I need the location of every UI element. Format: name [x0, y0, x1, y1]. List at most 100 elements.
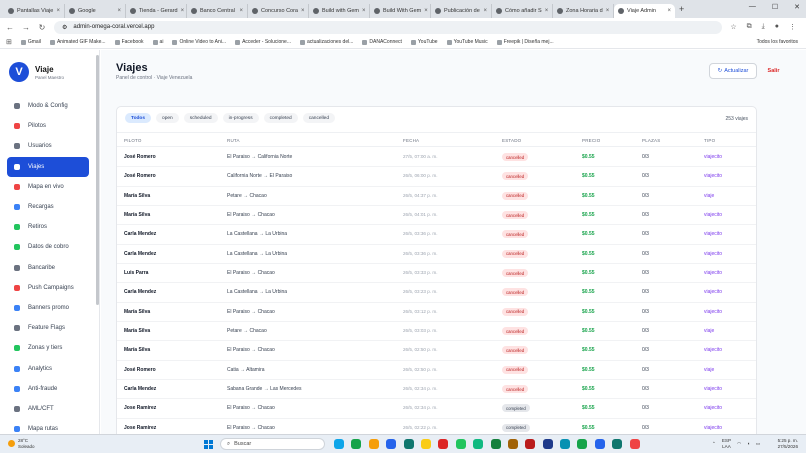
bookmark-item[interactable]: YouTube Music	[446, 39, 488, 45]
taskbar-app-icon[interactable]	[368, 439, 379, 449]
back-icon[interactable]: ←	[6, 23, 14, 32]
new-tab-icon[interactable]: +	[679, 4, 684, 14]
bookmark-item[interactable]: Animated GIF Make...	[49, 39, 106, 45]
bookmark-item[interactable]: Gmail	[20, 39, 41, 45]
bookmark-item[interactable]: DANAConnect	[362, 39, 402, 45]
taskbar-app-icon[interactable]	[455, 439, 466, 449]
language-indicator[interactable]: ESP LAA	[722, 438, 731, 449]
bookmark-item[interactable]: Online Video to Ani...	[172, 39, 226, 45]
tab-close-icon[interactable]: ×	[545, 8, 549, 14]
taskbar-app-icon[interactable]	[577, 439, 588, 449]
table-row[interactable]: María Silva Petare → Chacao 26/5, 03:03 p.…	[117, 322, 756, 342]
profile-icon[interactable]: ●	[775, 23, 779, 31]
sidebar-item-feature-flags[interactable]: Feature Flags	[7, 318, 89, 338]
tray-chevron-icon[interactable]: ⌃	[712, 441, 716, 447]
browser-tab[interactable]: Publicación de ×	[431, 3, 492, 18]
sidebar-item-banners-promo[interactable]: Banners promo	[7, 298, 89, 318]
browser-tab[interactable]: Viaje Admin ×	[614, 3, 675, 18]
tab-close-icon[interactable]: ×	[239, 8, 243, 14]
filter-chip-open[interactable]: open	[156, 113, 179, 123]
taskbar-app-icon[interactable]	[542, 439, 553, 449]
taskbar-app-icon[interactable]	[560, 439, 571, 449]
volume-icon[interactable]: ◖	[747, 441, 750, 446]
table-row[interactable]: José Romero California Norte → El Paraiso…	[117, 167, 756, 187]
taskbar-app-icon[interactable]	[473, 439, 484, 449]
reload-icon[interactable]: ↻	[38, 23, 46, 32]
table-row[interactable]: José Romero Catia → Altamira 26/5, 02:50 p…	[117, 361, 756, 381]
apps-grid-icon[interactable]: ⊞	[6, 38, 12, 46]
taskbar-app-icon[interactable]	[629, 439, 640, 449]
all-bookmarks-link[interactable]: Todos los favoritos	[757, 39, 798, 45]
extensions-icon[interactable]: ⧉	[747, 23, 752, 31]
sidebar-item-push-campaigns[interactable]: Push Campaigns	[7, 278, 89, 298]
browser-tab[interactable]: Banco Central ×	[187, 3, 248, 18]
tab-close-icon[interactable]: ×	[606, 8, 610, 14]
browser-tab[interactable]: Google ×	[65, 3, 126, 18]
taskbar-search[interactable]: ⌕ Buscar	[220, 438, 325, 450]
sidebar-item-bancaribe[interactable]: Bancaribe	[7, 258, 89, 278]
bookmark-item[interactable]: Facebook	[114, 39, 144, 45]
taskbar-app-icon[interactable]	[420, 439, 431, 449]
forward-icon[interactable]: →	[22, 23, 30, 32]
sidebar-item-analytics[interactable]: Analytics	[7, 358, 89, 378]
weather-widget[interactable]: 28°C Soleado	[8, 438, 35, 449]
sidebar-scrollbar[interactable]	[96, 55, 99, 305]
filter-chip-scheduled[interactable]: scheduled	[183, 113, 218, 123]
table-row[interactable]: Jose Ramirez El Paraiso → Chacao 26/5, 02:…	[117, 419, 756, 434]
taskbar-app-icon[interactable]	[490, 439, 501, 449]
browser-tab[interactable]: Tienda - Gerard ×	[126, 3, 187, 18]
maximize-icon[interactable]: ☐	[772, 3, 778, 11]
sidebar-item-mapa-rutas[interactable]: Mapa rutas	[7, 419, 89, 434]
clock[interactable]: 5:25 p. m. 27/5/2026	[778, 438, 798, 449]
filter-chip-todos[interactable]: Todos	[125, 113, 152, 123]
table-row[interactable]: Jose Ramirez El Paraiso → Chacao 26/5, 02:…	[117, 399, 756, 419]
bookmark-star-icon[interactable]: ☆	[730, 23, 736, 31]
sidebar-item-viajes[interactable]: Viajes	[7, 156, 89, 177]
url-field[interactable]: ⚙ admin-omega-coral.vercel.app	[54, 20, 723, 34]
logout-button[interactable]: Salir	[762, 63, 785, 79]
filter-chip-completed[interactable]: completed	[263, 113, 298, 123]
taskbar-app-icon[interactable]	[612, 439, 623, 449]
tab-close-icon[interactable]: ×	[301, 8, 305, 14]
taskbar-app-icon[interactable]	[351, 439, 362, 449]
table-row[interactable]: María Silva Petare → Chacao 26/5, 04:37 p.…	[117, 187, 756, 207]
browser-tab[interactable]: Build with Gem ×	[309, 3, 370, 18]
table-row[interactable]: Carla Mendez La Castellana → La Urbina 26/…	[117, 283, 756, 303]
taskbar-app-icon[interactable]	[334, 439, 344, 449]
browser-menu-icon[interactable]: ⋮	[789, 23, 796, 31]
taskbar-app-icon[interactable]	[403, 439, 414, 449]
table-row[interactable]: Carla Mendez Sabana Grande → Las Mercedes…	[117, 380, 756, 400]
table-row[interactable]: Carla Mendez La Castellana → La Urbina 26/…	[117, 225, 756, 245]
table-row[interactable]: Luis Parra El Paraiso → Chacao 26/5, 03:33…	[117, 264, 756, 284]
tab-close-icon[interactable]: ×	[117, 8, 121, 14]
taskbar-app-icon[interactable]	[438, 439, 449, 449]
sidebar-item-anti-fraude[interactable]: Anti-fraude	[7, 379, 89, 399]
table-row[interactable]: María Silva El Paraiso → Chacao 26/5, 04:0…	[117, 206, 756, 226]
sidebar-item-recargas[interactable]: Recargas	[7, 197, 89, 217]
sidebar-item-datos-de-cobro[interactable]: Datos de cobro	[7, 237, 89, 257]
sidebar-item-modo-config[interactable]: Modo & Config	[7, 96, 89, 116]
sidebar-item-aml-cft[interactable]: AML/CFT	[7, 399, 89, 419]
table-row[interactable]: María Silva El Paraiso → Chacao 26/5, 02:5…	[117, 341, 756, 361]
minimize-icon[interactable]: —	[749, 3, 756, 11]
sidebar-item-zonas-y-tiers[interactable]: Zonas y tiers	[7, 338, 89, 358]
tab-close-icon[interactable]: ×	[424, 8, 428, 14]
filter-chip-cancelled[interactable]: cancelled	[302, 113, 336, 123]
tab-close-icon[interactable]: ×	[362, 8, 366, 14]
bookmark-item[interactable]: Acceder - Solucione...	[235, 39, 291, 45]
bookmark-item[interactable]: Freepik | Diseña mej...	[496, 39, 554, 45]
browser-tab[interactable]: Concurso Cora ×	[248, 3, 309, 18]
taskbar-app-icon[interactable]	[386, 439, 397, 449]
tab-close-icon[interactable]: ×	[483, 8, 487, 14]
bookmark-item[interactable]: ai	[152, 39, 163, 45]
sidebar-item-pilotos[interactable]: Pilotos	[7, 116, 89, 136]
tab-close-icon[interactable]: ×	[181, 8, 185, 14]
bookmark-item[interactable]: YouTube	[410, 39, 438, 45]
tab-close-icon[interactable]: ×	[56, 8, 60, 14]
sidebar-item-usuarios[interactable]: Usuarios	[7, 136, 89, 156]
filter-chip-in-progress[interactable]: in-progress	[222, 113, 259, 123]
bookmark-item[interactable]: actualizaciones del...	[299, 39, 353, 45]
sidebar-item-mapa-en-vivo[interactable]: Mapa en vivo	[7, 177, 89, 197]
tab-close-icon[interactable]: ×	[667, 8, 671, 14]
sidebar-item-retiros[interactable]: Retiros	[7, 217, 89, 237]
